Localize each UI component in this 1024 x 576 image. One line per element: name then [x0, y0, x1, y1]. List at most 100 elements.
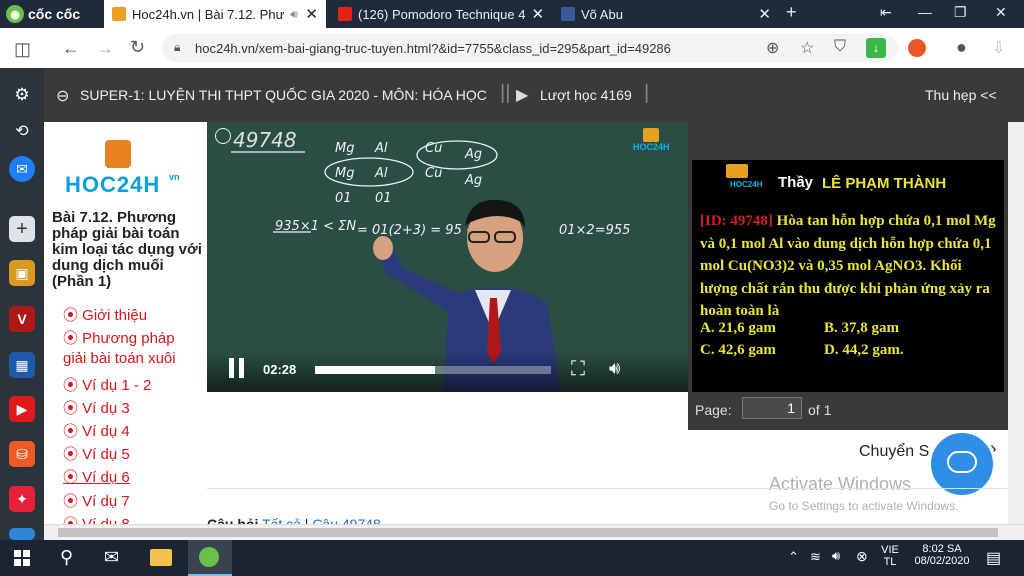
shield-icon[interactable]: ⛉ — [834, 38, 846, 56]
hoc24h-app-icon[interactable]: ▣ — [9, 260, 35, 286]
add-app-icon[interactable]: + — [9, 216, 35, 242]
notification-x-icon[interactable]: ⊗ — [856, 548, 868, 565]
seek-progress — [315, 366, 436, 374]
zoom-icon[interactable]: ⊕ — [766, 38, 779, 58]
minimize-icon[interactable]: — — [918, 4, 932, 20]
play-circle-icon: ⦿ — [63, 492, 83, 510]
shopee-app-icon[interactable]: ⛁ — [9, 441, 35, 467]
clock[interactable]: 8:02 SA 08/02/2020 — [910, 543, 974, 567]
sidebar-link-label: Ví dụ 3 — [82, 399, 130, 417]
chevron-up-icon[interactable]: ⌃ — [788, 549, 799, 565]
history-icon[interactable]: ⟲ — [9, 118, 35, 144]
play-circle-icon: ⦿ — [63, 446, 83, 464]
sidebar-link[interactable]: giải bài toán xuôi — [63, 350, 176, 367]
coccoc-extension-icon[interactable] — [908, 39, 926, 57]
tab-pomodoro[interactable]: (126) Pomodoro Technique 4 ✕ — [330, 0, 552, 28]
gear-icon[interactable]: ⚙ — [9, 82, 35, 108]
tab-list-icon[interactable]: ⇤ — [880, 4, 892, 21]
hoc24h-favicon-icon — [112, 7, 126, 21]
sidebar-toggle-icon[interactable]: ◫ — [14, 39, 31, 60]
new-tab-button[interactable]: + — [786, 2, 797, 23]
logo-text: HOC24H — [65, 172, 161, 197]
pause-icon[interactable] — [239, 358, 244, 378]
sidebar-link[interactable]: ⦿ Ví dụ 4 — [63, 420, 130, 441]
search-icon[interactable]: ⚲ — [60, 547, 73, 568]
language-indicator[interactable]: VIE TL — [880, 544, 900, 568]
sidebar-link[interactable]: ⦿ Ví dụ 6 — [63, 466, 130, 487]
downloads-icon[interactable]: ⇩ — [992, 38, 1005, 58]
sidebar-link[interactable]: ⦿ Ví dụ 1 - 2 — [63, 374, 151, 395]
fullscreen-icon[interactable]: ⛶ — [571, 358, 585, 381]
video-player[interactable]: Mg Al Mg Al 01 01 Cu Ag Cu Ag 935×1 < ΣN… — [207, 122, 688, 392]
page-input[interactable]: 1 — [742, 397, 802, 419]
tab-close-icon[interactable]: ✕ — [758, 5, 771, 23]
youtube-favicon-icon — [338, 7, 352, 21]
action-center-icon[interactable]: ▤ — [986, 548, 1001, 568]
speaker-icon[interactable]: 🔊︎ — [290, 7, 298, 22]
volume-icon[interactable]: 🔊︎ — [609, 358, 620, 379]
browser-brand[interactable]: ◉ cốc cốc — [6, 4, 80, 24]
switch-label[interactable]: Chuyển S — [859, 443, 929, 461]
reload-icon[interactable]: ↻ — [130, 37, 145, 58]
collapse-button[interactable]: Thu hẹp << — [925, 87, 997, 103]
close-window-icon[interactable]: ✕ — [995, 4, 1007, 21]
windows-taskbar: ⚲ ✉ ⌃ ≋ 🔊︎ ⊗ VIE TL 8:02 SA 08/02/2020 ▤ — [0, 540, 1024, 576]
pause-icon[interactable] — [229, 358, 234, 378]
app-icon-partial[interactable] — [9, 528, 35, 540]
horizontal-scrollbar[interactable] — [44, 524, 1024, 541]
tab-vo-abu[interactable]: Võ Abu ✕ — [553, 0, 779, 28]
sidebar-link-label: Ví dụ 6 — [82, 469, 130, 487]
app-icon[interactable]: ▦ — [9, 352, 35, 378]
account-icon[interactable]: ● — [956, 37, 967, 58]
sidebar-link-label: Ví dụ 7 — [82, 492, 130, 510]
coccoc-taskbar-button[interactable] — [188, 540, 232, 576]
play-circle-icon: ⦿ — [63, 399, 83, 417]
video-time: 02:28 — [263, 362, 297, 377]
logo-suffix: vn — [169, 172, 180, 182]
divider: | — [644, 82, 650, 104]
scrollbar-thumb[interactable] — [58, 528, 998, 537]
chat-bubble-icon — [947, 451, 977, 473]
hoc24h-logo[interactable]: HOC24H vn — [59, 136, 185, 202]
restore-icon[interactable]: ❐ — [954, 4, 967, 21]
sidebar-link[interactable]: ⦿ Ví dụ 7 — [63, 490, 130, 511]
folder-icon[interactable] — [150, 549, 172, 566]
forward-icon[interactable]: → — [96, 38, 114, 59]
sidebar-link[interactable]: ⦿ Giới thiệu — [63, 304, 147, 325]
bookmark-star-icon[interactable]: ☆ — [800, 38, 814, 58]
settings-circle-icon[interactable]: ⊖ — [56, 86, 69, 106]
tab-hoc24h[interactable]: Hoc24h.vn | Bài 7.12. Phư 🔊︎ ✕ — [104, 0, 326, 28]
windows-start-icon[interactable] — [14, 550, 30, 566]
shopping-app-icon[interactable]: ✦ — [9, 486, 35, 512]
download-button[interactable]: ↓ — [866, 38, 886, 58]
lesson-nav: HOC24H vn Bài 7.12. Phương pháp giải bài… — [45, 122, 206, 532]
sidebar-link[interactable]: ⦿ Phương pháp — [63, 327, 175, 348]
sidebar-link[interactable]: ⦿ Ví dụ 3 — [63, 397, 130, 418]
sidebar-link[interactable]: ⦿ Ví dụ 5 — [63, 443, 130, 464]
messenger-icon[interactable]: ✉ — [9, 156, 35, 182]
option-c: C. 42,6 gam — [700, 342, 776, 358]
browser-brand-label: cốc cốc — [28, 6, 81, 22]
play-circle-icon: ⦿ — [63, 330, 83, 348]
divider: || — [500, 82, 511, 104]
back-icon[interactable]: ← — [62, 38, 80, 59]
play-circle-icon: ⦿ — [63, 423, 83, 440]
play-circle-icon: ⦿ — [63, 376, 83, 394]
youtube-app-icon[interactable]: ▶ — [9, 396, 35, 422]
book-icon — [105, 140, 131, 168]
seek-bar[interactable] — [315, 366, 551, 374]
mail-icon[interactable]: ✉ — [104, 547, 119, 568]
teacher-prefix: Thầy — [778, 174, 814, 191]
url-text[interactable]: hoc24h.vn/xem-bai-giang-truc-tuyen.html?… — [195, 41, 671, 56]
option-b: B. 37,8 gam — [824, 320, 900, 336]
tab-close-icon[interactable]: ✕ — [305, 5, 318, 23]
slide-logo: HOC24H — [730, 180, 763, 189]
v-app-icon[interactable]: V — [9, 306, 35, 332]
volume-icon[interactable]: 🔊︎ — [832, 548, 840, 564]
wifi-icon[interactable]: ≋ — [810, 549, 821, 565]
tab-close-icon[interactable]: ✕ — [531, 5, 544, 23]
sidebar-link-label: Phương pháp — [82, 330, 175, 348]
page-label: Page: — [695, 402, 732, 418]
lock-icon[interactable]: 🔒︎ — [174, 40, 180, 55]
vertical-scrollbar[interactable] — [1008, 122, 1024, 524]
